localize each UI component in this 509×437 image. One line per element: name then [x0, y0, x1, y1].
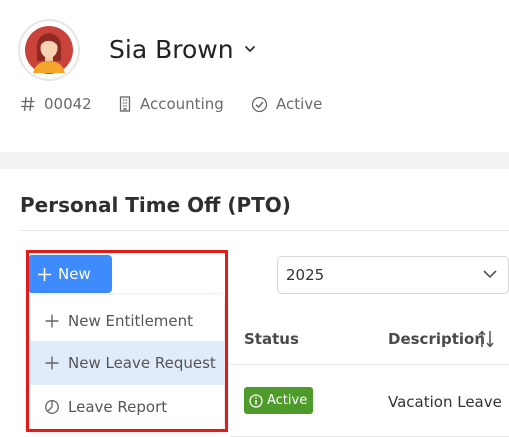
- menu-item-new-entitlement[interactable]: New Entitlement: [30, 299, 224, 343]
- new-button-label: New: [58, 265, 91, 283]
- section-title: Personal Time Off (PTO): [20, 193, 291, 217]
- department-value: Accounting: [140, 95, 224, 113]
- section-divider: [0, 152, 509, 169]
- row-description: Vacation Leave: [388, 393, 502, 411]
- avatar[interactable]: [20, 21, 78, 79]
- column-header-status[interactable]: Status: [244, 328, 299, 350]
- sort-icon[interactable]: [477, 329, 495, 349]
- employee-id: 00042: [20, 92, 92, 116]
- employee-status: Active: [251, 92, 322, 116]
- plus-icon: [45, 356, 59, 370]
- year-select[interactable]: 2025: [277, 256, 509, 294]
- info-circle-icon: [249, 393, 263, 408]
- status-badge-label: Active: [267, 393, 308, 408]
- title-underline: [20, 230, 509, 231]
- status-value: Active: [276, 95, 323, 113]
- year-select-value: 2025: [286, 266, 325, 284]
- check-circle-icon: [251, 96, 268, 112]
- new-dropdown-menu: New Entitlement New Leave Request Leave …: [30, 295, 224, 429]
- menu-item-label: Leave Report: [68, 398, 168, 416]
- new-button[interactable]: New: [28, 255, 112, 293]
- building-icon: [119, 96, 131, 112]
- plus-icon: [38, 267, 51, 281]
- employee-department: Accounting: [118, 92, 224, 116]
- chevron-down-icon[interactable]: [244, 44, 256, 54]
- menu-item-leave-report[interactable]: Leave Report: [30, 385, 224, 429]
- plus-icon: [45, 314, 59, 328]
- status-badge: Active: [244, 387, 314, 414]
- header-divider: [230, 364, 509, 365]
- avatar-illustration: [25, 26, 73, 74]
- employee-id-value: 00042: [44, 95, 92, 113]
- chevron-down-icon[interactable]: [482, 268, 498, 280]
- menu-item-label: New Entitlement: [68, 312, 194, 330]
- hash-icon: [21, 96, 35, 112]
- column-header-description[interactable]: Description: [388, 328, 485, 350]
- pie-chart-icon: [45, 400, 59, 414]
- menu-item-label: New Leave Request: [68, 354, 216, 372]
- employee-name[interactable]: Sia Brown: [109, 34, 234, 66]
- menu-item-new-leave-request[interactable]: New Leave Request: [30, 341, 224, 385]
